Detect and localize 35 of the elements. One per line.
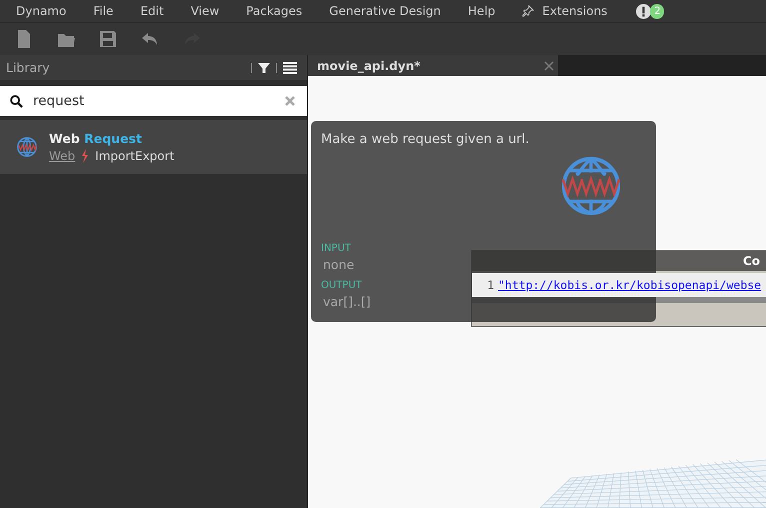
- node-group: ImportExport: [95, 149, 174, 163]
- notification-count: 2: [650, 4, 664, 18]
- lightning-icon: [81, 149, 90, 163]
- search-icon: [10, 94, 23, 108]
- menu-item[interactable]: View: [180, 4, 230, 18]
- globe-icon: [16, 136, 38, 158]
- floppy-icon: [98, 29, 118, 49]
- output-value: var[]..[]: [322, 294, 371, 309]
- tab-title: movie_api.dyn*: [317, 58, 420, 72]
- tooltip-description: Make a web request given a url.: [321, 132, 530, 147]
- menu-item[interactable]: Edit: [130, 4, 174, 18]
- search-result[interactable]: Web Request Web ImportExport: [0, 120, 307, 174]
- menu-item[interactable]: File: [83, 4, 124, 18]
- clear-icon[interactable]: [285, 96, 295, 106]
- node-name: Web Request: [49, 131, 143, 146]
- line-number: 1: [486, 278, 495, 292]
- menu-item[interactable]: Generative Design: [319, 4, 451, 18]
- code-text: "http://kobis.or.kr/kobisopenapi/webse: [498, 278, 762, 292]
- menu-item[interactable]: Help: [458, 4, 506, 18]
- node-title: Co: [742, 254, 760, 268]
- output-label: OUTPUT: [321, 280, 362, 291]
- list-view-icon[interactable]: [283, 62, 297, 74]
- pin-icon: [522, 5, 534, 17]
- filter-icon[interactable]: [258, 62, 270, 74]
- menu-item[interactable]: Packages: [236, 4, 312, 18]
- input-value: none: [322, 257, 354, 272]
- globe-icon: [560, 155, 622, 217]
- menu-item[interactable]: Dynamo: [6, 4, 76, 18]
- library-title: Library: [6, 60, 50, 75]
- close-icon[interactable]: [544, 60, 554, 70]
- input-label: INPUT: [321, 243, 351, 254]
- menu-item[interactable]: Extensions: [512, 4, 618, 18]
- warning-icon: [636, 4, 652, 18]
- file-tab[interactable]: movie_api.dyn*: [308, 55, 558, 76]
- search-bar[interactable]: request: [0, 86, 307, 116]
